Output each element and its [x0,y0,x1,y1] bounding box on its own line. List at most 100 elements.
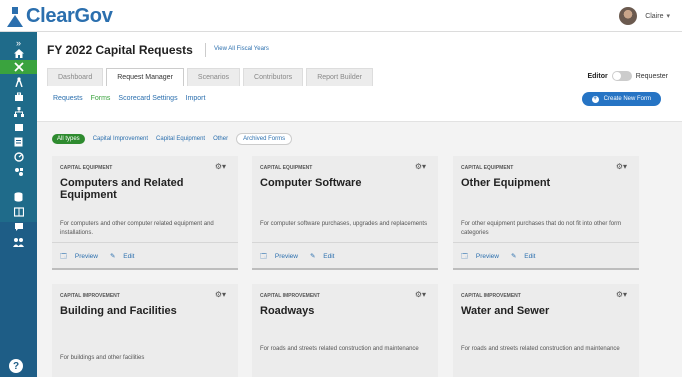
pencil-icon: ✎ [109,253,116,260]
avatar [619,7,638,25]
form-card[interactable]: CAPITAL EQUIPMENT ⚙▾ Other Equipment For… [453,156,639,270]
card-actions: 🗔 Preview ✎ Edit [60,252,146,263]
sidebar: » ? [0,32,37,377]
document-icon[interactable] [0,135,37,149]
user-menu[interactable]: Claire ▾ [619,7,670,25]
gear-icon[interactable]: ⚙▾ [616,162,627,171]
card-actions: 🗔 Preview ✎ Edit [461,252,547,263]
create-new-form-label: Create New Form [603,96,651,102]
preview-link[interactable]: 🗔 Preview [260,252,304,263]
pencil-icon: ✎ [510,253,517,260]
tab-bar: Dashboard Request Manager Scenarios Cont… [47,68,376,86]
preview-link[interactable]: 🗔 Preview [461,252,505,263]
subnav-import[interactable]: Import [186,95,206,102]
users-icon[interactable] [0,235,37,249]
tab-report-builder[interactable]: Report Builder [306,68,373,86]
subnav-requests[interactable]: Requests [53,95,83,102]
filter-other[interactable]: Other [213,136,228,142]
card-title: Computer Software [260,177,362,189]
card-title: Other Equipment [461,177,551,189]
tab-contributors[interactable]: Contributors [243,68,304,86]
form-card[interactable]: CAPITAL EQUIPMENT ⚙▾ Computer Software F… [252,156,438,270]
card-title: Roadways [260,305,315,317]
card-title: Computers and Related Equipment [60,177,184,201]
transit-icon[interactable] [0,75,37,89]
chevron-down-icon: ▾ [666,13,670,20]
card-description: For computers and other computer related… [60,221,214,236]
form-card[interactable]: CAPITAL EQUIPMENT ⚙▾ Computers and Relat… [52,156,238,270]
preview-icon: 🗔 [60,253,68,260]
subnav-forms[interactable]: Forms [91,95,111,102]
card-description: For computer software purchases, upgrade… [260,221,428,227]
briefcase-icon[interactable] [0,90,37,104]
filter-archived-forms[interactable]: Archived Forms [236,133,293,145]
pencil-icon: ✎ [309,253,316,260]
org-chart-icon[interactable] [0,105,37,119]
editor-label: Editor [587,72,608,80]
preview-icon: 🗔 [260,253,268,260]
card-divider [252,242,438,243]
subnav-scorecard-settings[interactable]: Scorecard Settings [118,95,177,102]
filter-capital-improvement[interactable]: Capital Improvement [93,136,148,142]
card-title: Water and Sewer [461,305,550,317]
book-icon[interactable] [0,205,37,219]
card-description: For buildings and other facilities [60,355,145,361]
gear-icon[interactable]: ⚙▾ [415,162,426,171]
gauge-icon[interactable] [0,150,37,164]
page-title: FY 2022 Capital Requests [47,43,193,57]
form-card[interactable]: CAPITAL IMPROVEMENT ⚙▾ Roadways For road… [252,284,438,377]
tab-scenarios[interactable]: Scenarios [186,68,241,86]
form-card[interactable]: CAPITAL IMPROVEMENT ⚙▾ Building and Faci… [52,284,238,377]
edit-link[interactable]: ✎ Edit [110,252,140,263]
requester-label: Requester [635,72,668,80]
cleargov-logo[interactable]: ClearGov [6,5,113,27]
title-divider [205,43,206,57]
preview-link[interactable]: 🗔 Preview [60,252,104,263]
gear-icon[interactable]: ⚙▾ [215,290,226,299]
home-icon[interactable] [0,46,37,60]
scorecard-icon[interactable] [0,165,37,179]
edit-link[interactable]: ✎ Edit [310,252,340,263]
card-description: For roads and streets related constructi… [260,346,419,352]
card-category: CAPITAL EQUIPMENT [260,165,313,171]
logo-mark-icon [6,7,24,27]
chat-icon[interactable] [0,220,37,234]
card-category: CAPITAL IMPROVEMENT [260,293,320,299]
card-actions: 🗔 Preview ✎ Edit [260,252,346,263]
create-new-form-button[interactable]: + Create New Form [581,92,661,106]
view-all-fiscal-years-link[interactable]: View All Fiscal Years [214,46,269,52]
card-category: CAPITAL IMPROVEMENT [461,293,521,299]
editor-requester-toggle: Editor Requester [587,71,668,81]
tools-icon[interactable] [0,60,37,74]
top-bar: ClearGov Claire ▾ [0,0,682,32]
card-divider [52,242,238,243]
preview-icon: 🗔 [461,253,469,260]
type-filters: All types Capital Improvement Capital Eq… [52,133,300,145]
filter-capital-equipment[interactable]: Capital Equipment [156,136,205,142]
card-divider [453,242,639,243]
inbox-icon[interactable] [0,120,37,134]
main-area: FY 2022 Capital Requests View All Fiscal… [37,32,682,377]
logo-text: ClearGov [26,5,113,27]
card-category: CAPITAL IMPROVEMENT [60,293,120,299]
card-category: CAPITAL EQUIPMENT [461,165,514,171]
card-description: For other equipment purchases that do no… [461,221,622,236]
card-description: For roads and streets related constructi… [461,346,620,352]
filter-all-types[interactable]: All types [52,134,85,144]
card-title: Building and Facilities [60,305,177,317]
tab-request-manager[interactable]: Request Manager [106,68,184,86]
tab-dashboard[interactable]: Dashboard [47,68,104,86]
mode-toggle-switch[interactable] [611,71,632,81]
database-icon[interactable] [0,190,37,204]
sub-navigation: Requests Forms Scorecard Settings Import [53,95,213,102]
card-category: CAPITAL EQUIPMENT [60,165,113,171]
edit-link[interactable]: ✎ Edit [511,252,541,263]
form-card[interactable]: CAPITAL IMPROVEMENT ⚙▾ Water and Sewer F… [453,284,639,377]
plus-icon: + [591,95,599,103]
gear-icon[interactable]: ⚙▾ [215,162,226,171]
gear-icon[interactable]: ⚙▾ [616,290,627,299]
page-header: FY 2022 Capital Requests View All Fiscal… [37,32,682,122]
gear-icon[interactable]: ⚙▾ [415,290,426,299]
user-name: Claire [645,12,664,20]
help-icon[interactable]: ? [9,359,23,373]
